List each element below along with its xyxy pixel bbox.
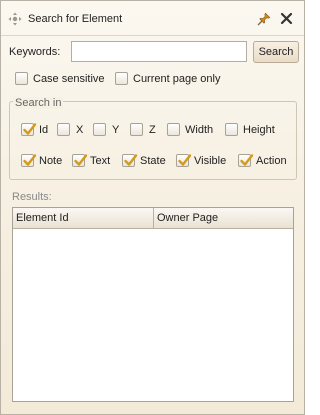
column-header-element-id[interactable]: Element Id: [13, 208, 154, 228]
search-button[interactable]: Search: [253, 41, 299, 63]
search-in-x-label[interactable]: X: [76, 124, 83, 136]
case-sensitive-checkbox[interactable]: [15, 72, 28, 85]
checkmark-icon: [23, 154, 37, 166]
search-in-y-checkbox[interactable]: [93, 123, 106, 136]
title-bar[interactable]: Search for Element: [1, 1, 304, 36]
search-in-state-label[interactable]: State: [140, 155, 166, 167]
search-in-note-checkbox[interactable]: [21, 154, 37, 167]
search-in-text-label[interactable]: Text: [90, 155, 110, 167]
search-in-z-label[interactable]: Z: [149, 124, 156, 136]
search-in-z-checkbox[interactable]: [130, 123, 143, 136]
keywords-label: Keywords:: [9, 46, 61, 58]
search-in-id-checkbox[interactable]: [21, 123, 37, 136]
search-in-id-label[interactable]: Id: [39, 124, 48, 136]
close-icon[interactable]: [280, 12, 293, 25]
results-table-header: Element Id Owner Page: [13, 208, 293, 229]
search-in-x-checkbox[interactable]: [57, 123, 70, 136]
search-in-width-checkbox[interactable]: [167, 123, 180, 136]
pin-icon[interactable]: [257, 12, 271, 26]
search-panel: Search for Element Keywords: Search Case…: [0, 0, 305, 415]
keywords-input[interactable]: [71, 41, 247, 62]
current-page-only-label[interactable]: Current page only: [133, 73, 220, 85]
search-in-action-checkbox[interactable]: [238, 154, 254, 167]
current-page-only-checkbox[interactable]: [115, 72, 128, 85]
search-in-state-checkbox[interactable]: [122, 154, 138, 167]
results-label: Results:: [12, 191, 52, 203]
search-in-action-label[interactable]: Action: [256, 155, 287, 167]
checkmark-icon: [178, 154, 192, 166]
move-icon[interactable]: [8, 12, 22, 26]
checkmark-icon: [240, 154, 254, 166]
search-in-group: [9, 101, 297, 180]
search-in-legend: Search in: [13, 97, 64, 109]
search-in-visible-checkbox[interactable]: [176, 154, 192, 167]
checkmark-icon: [74, 154, 88, 166]
case-sensitive-label[interactable]: Case sensitive: [33, 73, 105, 85]
search-in-height-checkbox[interactable]: [225, 123, 238, 136]
search-in-height-label[interactable]: Height: [243, 124, 275, 136]
checkmark-icon: [23, 123, 37, 135]
results-table[interactable]: Element Id Owner Page: [12, 207, 294, 402]
checkmark-icon: [124, 154, 138, 166]
search-in-width-label[interactable]: Width: [185, 124, 213, 136]
search-in-visible-label[interactable]: Visible: [194, 155, 226, 167]
search-in-y-label[interactable]: Y: [112, 124, 119, 136]
search-in-text-checkbox[interactable]: [72, 154, 88, 167]
window-title: Search for Element: [28, 13, 123, 25]
search-in-note-label[interactable]: Note: [39, 155, 62, 167]
column-header-owner-page[interactable]: Owner Page: [154, 208, 293, 228]
